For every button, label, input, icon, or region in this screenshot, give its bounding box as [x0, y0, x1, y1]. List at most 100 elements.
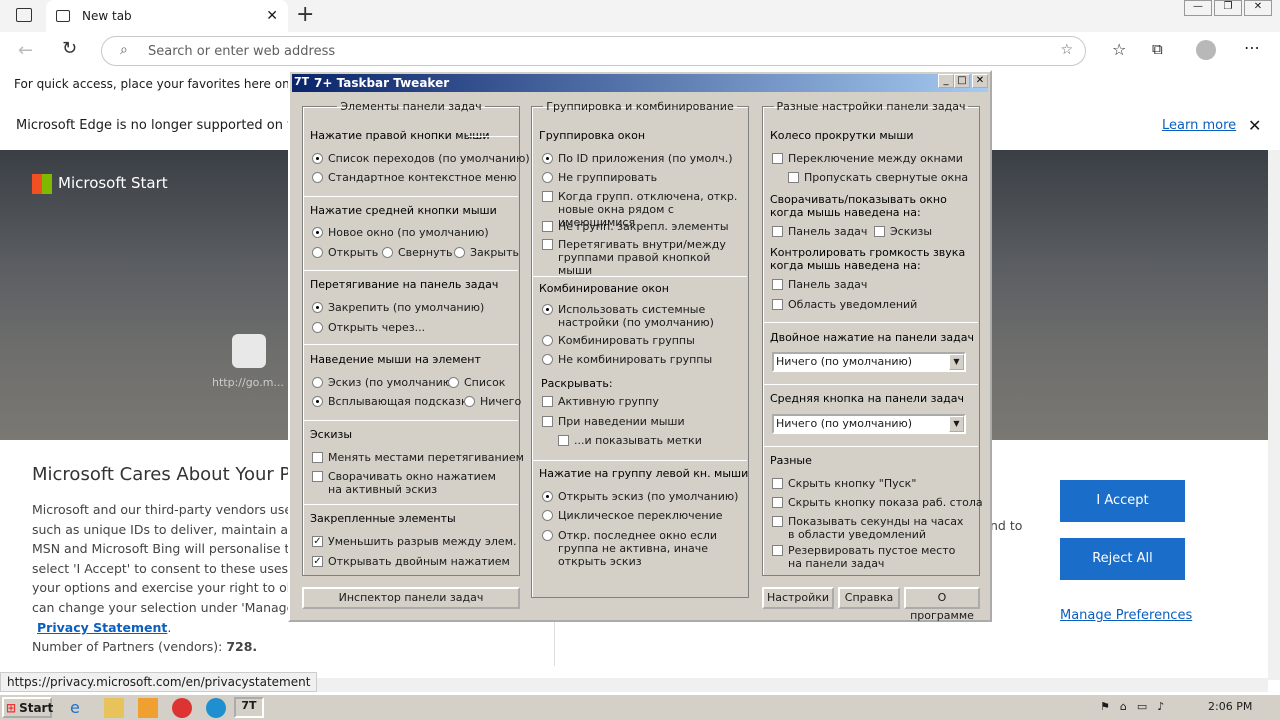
taskbar-tweaker-button[interactable]: 7T — [234, 697, 264, 718]
volume-tray[interactable]: Область уведомлений — [772, 298, 917, 311]
right-click-standard[interactable]: Стандартное контекстное меню — [312, 171, 517, 184]
show-labels[interactable]: ...и показывать метки — [558, 434, 702, 447]
left-open-thumb[interactable]: Открыть эскиз (по умолчанию) — [542, 490, 738, 503]
wheel-minimize-thumbs[interactable]: Эскизы — [874, 225, 932, 238]
drag-heading: Перетягивание на панель задач — [310, 278, 499, 291]
dialog-maximize-icon[interactable]: □ — [954, 74, 970, 88]
pinned-double-click[interactable]: ✓ Открывать двойным нажатием — [312, 555, 510, 568]
settings-button[interactable]: Настройки — [762, 587, 834, 609]
reject-button[interactable]: Reject All — [1060, 538, 1185, 580]
expand-hover[interactable]: При наведении мыши — [542, 415, 685, 428]
pinned-heading: Закрепленные элементы — [310, 512, 456, 525]
tab-actions-icon[interactable] — [16, 8, 32, 22]
show-seconds[interactable]: Показывать секунды на часах в области ув… — [772, 515, 972, 541]
back-icon[interactable]: ← — [18, 40, 33, 61]
refresh-icon[interactable]: ↻ — [62, 38, 77, 59]
about-button[interactable]: О программе — [904, 587, 980, 622]
microsoft-logo-icon — [32, 174, 52, 194]
clock: 2:06 PM — [1208, 700, 1253, 713]
wheel-switch-windows[interactable]: Переключение между окнами — [772, 152, 963, 165]
manage-preferences-link[interactable]: Manage Preferences — [1060, 608, 1192, 623]
misc-heading: Разные — [770, 454, 812, 467]
double-click-heading: Двойное нажатие на панели задач — [770, 331, 974, 344]
ie-icon[interactable]: e — [70, 698, 90, 718]
drag-right-button[interactable]: Перетягивать внутри/между группами право… — [542, 238, 742, 277]
start-button[interactable]: ⊞ Start — [2, 697, 53, 718]
middle-button-select[interactable]: Ничего (по умолчанию) ▼ — [772, 414, 966, 434]
no-group-pinned[interactable]: Не групп. закрепл. элементы — [542, 220, 729, 233]
hide-show-desktop[interactable]: Скрыть кнопку показа раб. стола — [772, 496, 983, 509]
middle-open[interactable]: Открыть — [312, 246, 378, 259]
chevron-down-icon: ▼ — [949, 416, 964, 432]
explorer-icon[interactable] — [104, 698, 124, 718]
dialog-close-icon[interactable]: ✕ — [972, 74, 988, 88]
new-tab-icon[interactable]: + — [296, 2, 314, 27]
middle-minimize[interactable]: Свернуть — [382, 246, 453, 259]
volume-taskbar[interactable]: Панель задач — [772, 278, 867, 291]
tab-new-tab[interactable]: New tab ✕ — [46, 0, 288, 32]
restore-icon[interactable]: ❐ — [1214, 0, 1242, 16]
collections-icon[interactable]: ⧉ — [1152, 40, 1163, 58]
favorites-icon[interactable]: ☆ — [1112, 40, 1126, 59]
left-cycle[interactable]: Циклическое переключение — [542, 509, 722, 522]
hide-start[interactable]: Скрыть кнопку "Пуск" — [772, 477, 916, 490]
app-icon: 7T — [294, 75, 310, 88]
edge-icon[interactable] — [206, 698, 226, 718]
tile-label: http://go.m... — [212, 376, 284, 389]
group-by-appid[interactable]: По ID приложения (по умолч.) — [542, 152, 733, 165]
middle-new-window[interactable]: Новое окно (по умолчанию) — [312, 226, 489, 239]
right-click-jumplist[interactable]: Список переходов (по умолчанию) — [312, 152, 530, 165]
no-grouping[interactable]: Не группировать — [542, 171, 657, 184]
partners-count: 728. — [226, 639, 258, 655]
taskbar: ⊞ Start e 7T ⚑⌂▭♪ 2:06 PM — [0, 694, 1280, 720]
notice-text: Microsoft Edge is no longer supported on… — [16, 118, 311, 133]
reserve-space[interactable]: Резервировать пустое место на панели зад… — [772, 544, 972, 570]
tile-icon[interactable] — [232, 334, 266, 368]
privacy-statement-link[interactable]: Privacy Statement — [37, 620, 167, 635]
expand-active[interactable]: Активную группу — [542, 395, 659, 408]
hover-list[interactable]: Список — [448, 376, 505, 389]
left-open-last[interactable]: Откр. последнее окно если группа не акти… — [542, 529, 742, 568]
cookie-line: MSN and Microsoft Bing will personalise … — [32, 541, 306, 557]
close-tab-icon[interactable]: ✕ — [266, 8, 278, 24]
vertical-scrollbar[interactable] — [1268, 150, 1280, 680]
thumb-minimize[interactable]: Сворачивать окно нажатием на активный эс… — [312, 470, 502, 496]
thumb-reorder[interactable]: Менять местами перетягиванием — [312, 451, 524, 464]
close-window-icon[interactable]: ✕ — [1244, 0, 1272, 16]
drag-open-with[interactable]: Открыть через... — [312, 321, 425, 334]
more-icon[interactable]: ⋯ — [1244, 38, 1260, 57]
media-icon[interactable] — [138, 698, 158, 718]
no-combine[interactable]: Не комбинировать группы — [542, 353, 712, 366]
learn-more-link[interactable]: Learn more — [1162, 108, 1236, 144]
accept-button[interactable]: I Accept — [1060, 480, 1185, 522]
double-click-select[interactable]: Ничего (по умолчанию) ▼ — [772, 352, 966, 372]
scroll-wheel-heading: Колесо прокрутки мыши — [770, 129, 914, 142]
window-controls: — ❐ ✕ — [1184, 0, 1274, 18]
tab-strip: New tab ✕ + — ❐ ✕ — [0, 0, 1280, 32]
hover-nothing[interactable]: Ничего — [464, 395, 521, 408]
pinned-reduce-gap[interactable]: ✓ Уменьшить разрыв между элем. — [312, 535, 516, 548]
wheel-skip-minimized[interactable]: Пропускать свернутые окна — [788, 171, 968, 184]
combine-groups[interactable]: Комбинировать группы — [542, 334, 695, 347]
hover-tooltip[interactable]: Всплывающая подсказка — [312, 395, 474, 408]
chrome-icon[interactable] — [172, 698, 192, 718]
volume-label: Контролировать громкость звука когда мыш… — [770, 246, 966, 272]
page-icon — [56, 10, 70, 22]
help-button[interactable]: Справка — [838, 587, 900, 609]
close-notice-icon[interactable]: ✕ — [1248, 108, 1261, 144]
add-favorite-icon[interactable]: ☆ — [1060, 42, 1073, 58]
taskbar-inspector-button[interactable]: Инспектор панели задач — [302, 587, 520, 609]
cookie-line: such as unique IDs to deliver, maintain … — [32, 521, 312, 537]
search-icon: ⌕ — [120, 42, 128, 58]
wheel-minimize-taskbar[interactable]: Панель задач — [772, 225, 867, 238]
middle-close[interactable]: Закрыть — [454, 246, 519, 259]
tweaker-dialog: 7+ Taskbar Tweaker 7T _ □ ✕ Элементы пан… — [288, 70, 992, 622]
address-bar[interactable]: ⌕ Search or enter web address ☆ — [101, 36, 1086, 66]
minimize-icon[interactable]: — — [1184, 0, 1212, 16]
drag-pin[interactable]: Закрепить (по умолчанию) — [312, 301, 484, 314]
dialog-title: 7+ Taskbar Tweaker — [292, 74, 988, 92]
combine-system[interactable]: Использовать системные настройки (по умо… — [542, 303, 742, 329]
hover-thumbnail[interactable]: Эскиз (по умолчанию) — [312, 376, 456, 389]
dialog-minimize-icon[interactable]: _ — [938, 74, 954, 88]
profile-avatar[interactable] — [1196, 40, 1216, 60]
